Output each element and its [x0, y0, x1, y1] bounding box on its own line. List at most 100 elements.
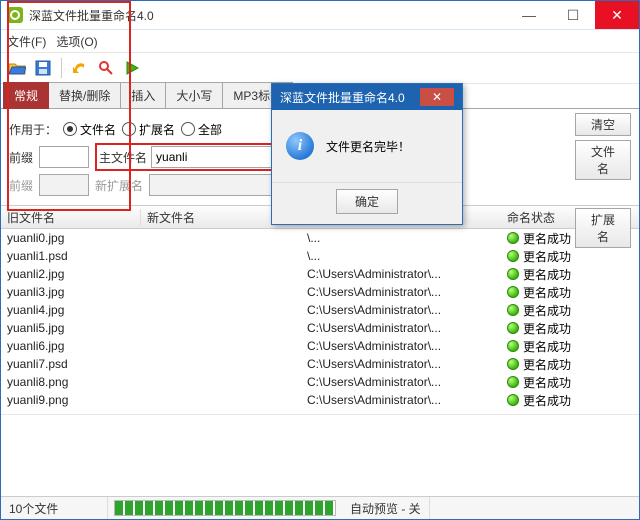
app-icon	[7, 7, 23, 23]
cell-status: 更名成功	[501, 266, 581, 283]
info-icon: i	[286, 132, 314, 160]
table-row[interactable]: yuanli6.jpgC:\Users\Administrator\...更名成…	[1, 337, 639, 355]
status-count: 10个文件	[1, 497, 108, 519]
radio-filename[interactable]: 文件名	[63, 121, 116, 138]
success-icon	[507, 358, 519, 370]
success-icon	[507, 322, 519, 334]
cell-status: 更名成功	[501, 374, 581, 391]
cell-status: 更名成功	[501, 392, 581, 409]
table-row[interactable]: yuanli9.png C:\Users\Administrator\...更名成…	[1, 391, 639, 409]
cell-old: yuanli8.png	[1, 375, 141, 389]
col-old[interactable]: 旧文件名	[1, 209, 141, 226]
table-row[interactable]: yuanli3.jpg C:\Users\Administrator\...更名成…	[1, 283, 639, 301]
save-icon[interactable]	[33, 58, 53, 78]
side-buttons: 清空 文件名 扩展名	[575, 113, 631, 248]
table-row[interactable]: yuanli4.jpg C:\Users\Administrator\...更名成…	[1, 301, 639, 319]
success-icon	[507, 304, 519, 316]
tab-insert[interactable]: 插入	[120, 82, 166, 108]
table-row[interactable]: yuanli7.psd C:\Users\Administrator\...更名成…	[1, 355, 639, 373]
success-icon	[507, 250, 519, 262]
dialog-title: 深蓝文件批量重命名4.0	[280, 89, 420, 106]
cell-old: yuanli4.jpg	[1, 303, 141, 317]
cell-path: C:\Users\Administrator\...	[301, 339, 501, 353]
tab-case[interactable]: 大小写	[165, 82, 223, 108]
table-row[interactable]: yuanli5.jpgC:\Users\Administrator\...更名成…	[1, 319, 639, 337]
ext-button[interactable]: 扩展名	[575, 208, 631, 248]
table-row[interactable]: yuanli1.psd \...更名成功	[1, 247, 639, 265]
radio-all[interactable]: 全部	[181, 121, 222, 138]
maximize-button[interactable]: ☐	[551, 1, 595, 29]
new-ext-label: 新扩展名	[95, 177, 143, 194]
minimize-button[interactable]: —	[507, 1, 551, 29]
window-controls: — ☐ ✕	[507, 1, 639, 29]
success-icon	[507, 340, 519, 352]
title-bar: 深蓝文件批量重命名4.0 — ☐ ✕	[1, 1, 639, 30]
dialog-ok-button[interactable]: 确定	[336, 189, 398, 214]
col-status[interactable]: 命名状态	[501, 209, 581, 226]
tab-replace[interactable]: 替换/删除	[48, 82, 121, 108]
status-bar: 10个文件 自动预览 - 关	[1, 496, 639, 519]
prefix2-input	[39, 174, 89, 196]
main-filename-label: 主文件名	[99, 149, 147, 166]
cell-status: 更名成功	[501, 356, 581, 373]
success-icon	[507, 268, 519, 280]
window-title: 深蓝文件批量重命名4.0	[29, 7, 507, 24]
cell-path: \...	[301, 249, 501, 263]
cell-path: C:\Users\Administrator\...	[301, 393, 501, 407]
table-row[interactable]: yuanli2.jpg C:\Users\Administrator\...更名成…	[1, 265, 639, 283]
success-icon	[507, 232, 519, 244]
success-icon	[507, 376, 519, 388]
cell-old: yuanli3.jpg	[1, 285, 141, 299]
folder-open-icon[interactable]	[7, 58, 27, 78]
search-icon[interactable]	[96, 58, 116, 78]
progress-bar	[114, 500, 336, 516]
undo-icon[interactable]	[70, 58, 90, 78]
table-row[interactable]: yuanli8.png C:\Users\Administrator\...更名成…	[1, 373, 639, 391]
spacer	[1, 414, 639, 485]
app-window: 深蓝文件批量重命名4.0 — ☐ ✕ 文件(F) 选项(O) 常规 替换/删除 …	[0, 0, 640, 520]
cell-old: yuanli6.jpg	[1, 339, 141, 353]
table-row[interactable]: yuanli0.jpg \...更名成功	[1, 229, 639, 247]
dialog-message: 文件更名完毕！	[326, 138, 410, 155]
file-list: 旧文件名 新文件名 命名状态 MP3标 yuanli0.jpg\...更名成功y…	[1, 205, 639, 414]
cell-path: \...	[301, 231, 501, 245]
success-icon	[507, 286, 519, 298]
menu-options[interactable]: 选项(O)	[56, 33, 97, 50]
menu-file[interactable]: 文件(F)	[7, 33, 46, 50]
cell-path: C:\Users\Administrator\...	[301, 267, 501, 281]
list-body: yuanli0.jpg\...更名成功yuanli1.psd\...更名成功yu…	[1, 229, 639, 414]
prefix-label: 前缀	[9, 149, 33, 166]
menu-bar: 文件(F) 选项(O)	[1, 30, 639, 53]
success-icon	[507, 394, 519, 406]
cell-status: 更名成功	[501, 284, 581, 301]
filename-button[interactable]: 文件名	[575, 140, 631, 180]
clear-button[interactable]: 清空	[575, 113, 631, 136]
prefix2-label: 前缀	[9, 177, 33, 194]
main-filename-highlight: 主文件名	[95, 143, 295, 171]
cell-path: C:\Users\Administrator\...	[301, 357, 501, 371]
cell-status: 更名成功	[501, 320, 581, 337]
close-button[interactable]: ✕	[595, 1, 639, 29]
cell-old: yuanli9.png	[1, 393, 141, 407]
cell-path: C:\Users\Administrator\...	[301, 285, 501, 299]
apply-to-label: 作用于：	[9, 121, 57, 138]
radio-ext[interactable]: 扩展名	[122, 121, 175, 138]
status-preview: 自动预览 - 关	[342, 497, 430, 519]
cell-status: 更名成功	[501, 248, 581, 265]
cell-old: yuanli7.psd	[1, 357, 141, 371]
cell-old: yuanli1.psd	[1, 249, 141, 263]
cell-status: 更名成功	[501, 230, 581, 247]
cell-status: 更名成功	[501, 302, 581, 319]
cell-old: yuanli5.jpg	[1, 321, 141, 335]
toolbar	[1, 53, 639, 84]
cell-path: C:\Users\Administrator\...	[301, 375, 501, 389]
info-dialog: 深蓝文件批量重命名4.0 ✕ i 文件更名完毕！ 确定	[271, 83, 463, 225]
run-icon[interactable]	[122, 58, 142, 78]
dialog-close-button[interactable]: ✕	[420, 88, 454, 106]
tab-general[interactable]: 常规	[3, 82, 49, 109]
cell-path: C:\Users\Administrator\...	[301, 303, 501, 317]
cell-old: yuanli2.jpg	[1, 267, 141, 281]
prefix-input[interactable]	[39, 146, 89, 168]
cell-old: yuanli0.jpg	[1, 231, 141, 245]
toolbar-separator	[61, 58, 62, 78]
